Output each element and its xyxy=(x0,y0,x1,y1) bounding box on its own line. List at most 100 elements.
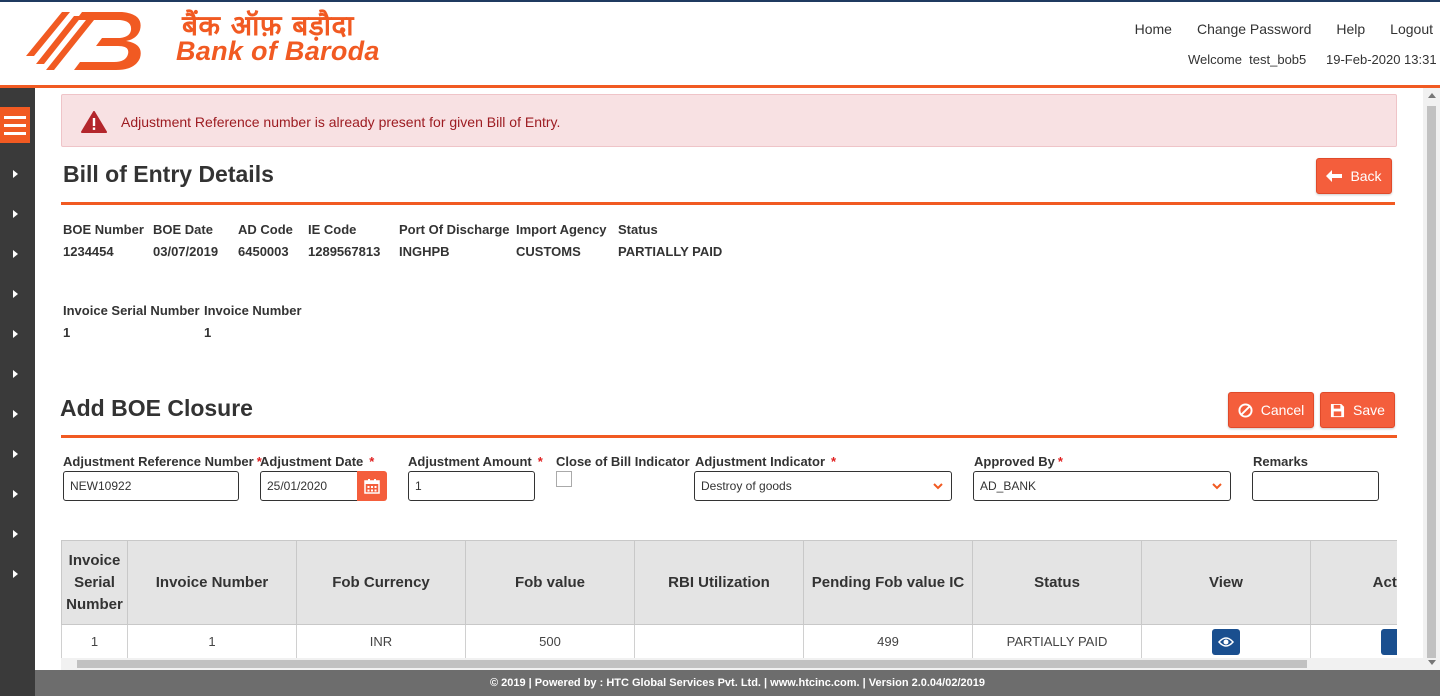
import-agency-value: CUSTOMS xyxy=(516,244,581,259)
ad-code-label: AD Code xyxy=(238,222,293,237)
status-label: Status xyxy=(618,222,658,237)
col-header: Fob Currency xyxy=(296,540,466,625)
cell-view xyxy=(1141,624,1311,658)
adj-date-label: Adjustment Date * xyxy=(260,454,375,469)
scrollbar-thumb[interactable] xyxy=(1427,106,1436,658)
col-header: Pending Fob value IC xyxy=(803,540,973,625)
sidebar-expand-icon[interactable] xyxy=(13,170,18,178)
port-of-discharge-label: Port Of Discharge xyxy=(399,222,510,237)
sidebar-expand-icon[interactable] xyxy=(13,570,18,578)
adj-amount-input[interactable]: 1 xyxy=(408,471,535,501)
invoice-serial-label: Invoice Serial Number xyxy=(63,303,200,318)
sidebar-expand-icon[interactable] xyxy=(13,370,18,378)
cell-rbi xyxy=(634,624,804,658)
action-button[interactable] xyxy=(1381,628,1397,655)
cell-currency: INR xyxy=(296,624,466,658)
cell-status: PARTIALLY PAID xyxy=(972,624,1142,658)
ad-code-value: 6450003 xyxy=(238,244,289,259)
top-navigation: Home Change Password Help Logout xyxy=(1110,21,1433,37)
invoice-number-value: 1 xyxy=(204,325,212,340)
adj-indicator-value: Destroy of goods xyxy=(701,479,792,493)
invoice-table-container: Invoice Serial Number Invoice Number Fob… xyxy=(61,540,1397,658)
sidebar-expand-icon[interactable] xyxy=(13,290,18,298)
adj-ref-input[interactable]: NEW10922 xyxy=(63,471,239,501)
invoice-table: Invoice Serial Number Invoice Number Fob… xyxy=(61,540,1397,658)
bank-logo-icon xyxy=(26,12,141,70)
col-header: View xyxy=(1141,540,1311,625)
col-header: RBI Utilization xyxy=(634,540,804,625)
chevron-down-icon xyxy=(1212,483,1222,490)
required-mark: * xyxy=(1057,454,1063,469)
scroll-down-icon[interactable] xyxy=(1428,660,1436,665)
back-button[interactable]: Back xyxy=(1316,158,1392,194)
cancel-button[interactable]: Cancel xyxy=(1228,392,1314,428)
menu-toggle-icon[interactable] xyxy=(0,107,30,143)
col-header: Invoice Serial Number xyxy=(61,540,128,625)
adj-indicator-select[interactable]: Destroy of goods xyxy=(694,471,952,501)
adj-amount-label: Adjustment Amount * xyxy=(408,454,543,469)
page-footer: © 2019 | Powered by : HTC Global Service… xyxy=(35,670,1440,696)
adj-ref-label: Adjustment Reference Number * xyxy=(63,454,262,469)
chevron-down-icon xyxy=(933,483,943,490)
floppy-disk-icon xyxy=(1330,403,1345,417)
table-row: 1 1 INR 500 499 PARTIALLY PAID xyxy=(61,624,1397,658)
close-bill-label: Close of Bill Indicator xyxy=(556,454,690,469)
save-button[interactable]: Save xyxy=(1320,392,1395,428)
adj-date-input[interactable]: 25/01/2020 xyxy=(260,471,360,501)
cell-fob: 500 xyxy=(465,624,635,658)
required-mark: * xyxy=(831,454,837,469)
col-header: Fob value xyxy=(465,540,635,625)
approved-by-label: Approved By * xyxy=(974,454,1063,469)
sidebar-expand-icon[interactable] xyxy=(13,490,18,498)
brand-english: Bank of Baroda xyxy=(176,36,380,66)
arrow-left-icon xyxy=(1326,170,1343,182)
nav-home-link[interactable]: Home xyxy=(1135,21,1172,37)
table-header-row: Invoice Serial Number Invoice Number Fob… xyxy=(61,540,1397,625)
sidebar-expand-icon[interactable] xyxy=(13,410,18,418)
warning-icon xyxy=(81,111,107,133)
eye-icon[interactable] xyxy=(1212,628,1240,655)
closure-title: Add BOE Closure xyxy=(60,395,253,421)
sidebar-expand-icon[interactable] xyxy=(13,530,18,538)
approved-by-select[interactable]: AD_BANK xyxy=(973,471,1231,501)
ie-code-value: 1289567813 xyxy=(308,244,381,259)
cancel-label: Cancel xyxy=(1260,402,1305,418)
datetime-text: 19-Feb-2020 13:31 xyxy=(1326,52,1437,67)
error-alert: Adjustment Reference number is already p… xyxy=(61,94,1397,147)
ie-code-label: IE Code xyxy=(308,222,357,237)
close-bill-checkbox[interactable] xyxy=(556,471,572,487)
sidebar-expand-icon[interactable] xyxy=(13,210,18,218)
col-header: Action xyxy=(1310,540,1397,625)
sidebar-expand-icon[interactable] xyxy=(13,250,18,258)
sidebar-expand-icon[interactable] xyxy=(13,330,18,338)
nav-help-link[interactable]: Help xyxy=(1336,21,1365,37)
port-of-discharge-value: INGHPB xyxy=(399,244,450,259)
boe-number-label: BOE Number xyxy=(63,222,144,237)
boe-details-divider xyxy=(61,202,1395,205)
calendar-icon[interactable] xyxy=(357,471,387,501)
scrollbar-thumb[interactable] xyxy=(77,660,1307,668)
boe-date-value: 03/07/2019 xyxy=(153,244,219,259)
required-mark: * xyxy=(369,454,375,469)
ban-icon xyxy=(1238,402,1253,418)
col-header: Status xyxy=(972,540,1142,625)
back-label: Back xyxy=(1350,168,1382,184)
cell-action xyxy=(1310,624,1397,658)
import-agency-label: Import Agency xyxy=(516,222,607,237)
approved-by-value: AD_BANK xyxy=(980,479,1037,493)
horizontal-scrollbar[interactable] xyxy=(61,658,1423,670)
cell-serial: 1 xyxy=(61,624,128,658)
remarks-input[interactable] xyxy=(1252,471,1379,501)
sidebar-expand-icon[interactable] xyxy=(13,450,18,458)
boe-date-label: BOE Date xyxy=(153,222,213,237)
vertical-scrollbar[interactable] xyxy=(1423,88,1440,670)
closure-divider xyxy=(61,435,1397,438)
nav-logout-link[interactable]: Logout xyxy=(1390,21,1433,37)
nav-change-password-link[interactable]: Change Password xyxy=(1197,21,1311,37)
sidebar xyxy=(0,88,35,696)
welcome-text: Welcome test_bob5 xyxy=(1188,52,1307,67)
scroll-up-icon[interactable] xyxy=(1428,93,1436,98)
cell-pending: 499 xyxy=(803,624,973,658)
adj-indicator-label: Adjustment Indicator * xyxy=(695,454,837,469)
required-mark: * xyxy=(537,454,543,469)
